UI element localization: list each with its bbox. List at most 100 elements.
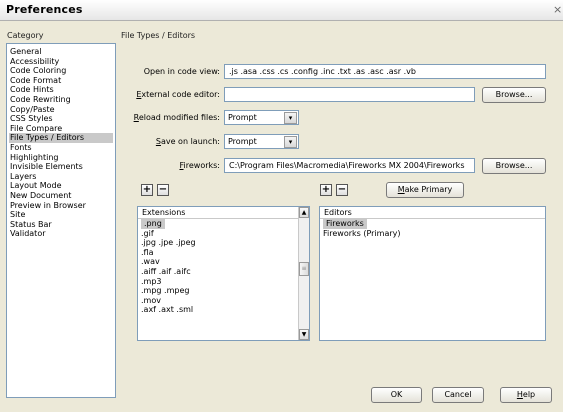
category-item[interactable]: Fonts bbox=[9, 143, 113, 153]
category-item[interactable]: Layout Mode bbox=[9, 181, 113, 191]
category-item[interactable]: File Compare bbox=[9, 124, 113, 134]
category-heading: Category bbox=[7, 31, 44, 40]
help-button[interactable]: Help bbox=[500, 387, 552, 403]
external-code-editor-label: External code editor: bbox=[136, 90, 220, 99]
category-item[interactable]: General bbox=[9, 47, 113, 57]
extension-item[interactable]: .png bbox=[138, 219, 309, 229]
category-item-label: Validator bbox=[10, 229, 46, 239]
category-item[interactable]: Code Hints bbox=[9, 85, 113, 95]
extension-item-label: .png bbox=[141, 219, 165, 229]
category-item[interactable]: Validator bbox=[9, 229, 113, 239]
extensions-list[interactable]: Extensions .png .gif .jpg .jpe .jpeg .fla .w… bbox=[137, 206, 310, 341]
reload-modified-files-value: Prompt bbox=[228, 113, 257, 122]
category-item-label: Site bbox=[10, 210, 26, 220]
extension-item-label: .gif bbox=[141, 228, 154, 238]
scroll-down-icon[interactable]: ▼ bbox=[299, 329, 309, 340]
extension-item-label: .mov bbox=[141, 295, 161, 305]
category-item[interactable]: Code Coloring bbox=[9, 66, 113, 76]
extension-item-label: .axf .axt .sml bbox=[141, 305, 194, 315]
reload-modified-files-label: Reload modified files: bbox=[133, 113, 220, 122]
category-item[interactable]: Code Format bbox=[9, 76, 113, 86]
editors-list[interactable]: Editors Fireworks Fireworks (Primary) bbox=[319, 206, 546, 341]
category-item[interactable]: Layers bbox=[9, 172, 113, 182]
category-item-label: File Compare bbox=[10, 123, 63, 133]
category-item-label: Layers bbox=[10, 171, 37, 181]
extension-item-label: .wav bbox=[141, 257, 160, 267]
category-item-label: Accessibility bbox=[10, 56, 60, 66]
make-primary-button[interactable]: Make Primary bbox=[386, 182, 464, 198]
category-item-label: New Document bbox=[10, 190, 72, 200]
extension-item-label: .jpg .jpe .jpeg bbox=[141, 238, 196, 248]
reload-modified-files-select[interactable]: Prompt ▾ bbox=[224, 110, 299, 125]
category-item-label: Copy/Paste bbox=[10, 104, 55, 114]
extension-item-label: .mpg .mpeg bbox=[141, 286, 190, 296]
cancel-button[interactable]: Cancel bbox=[432, 387, 484, 403]
scroll-thumb[interactable]: ≡ bbox=[299, 262, 309, 276]
open-in-code-view-field[interactable]: .js .asa .css .cs .config .inc .txt .as … bbox=[224, 64, 546, 79]
fireworks-browse-button[interactable]: Browse... bbox=[482, 158, 546, 174]
category-item-label: Preview in Browser bbox=[10, 200, 86, 210]
window-title: Preferences bbox=[6, 3, 83, 16]
category-item[interactable]: Copy/Paste bbox=[9, 105, 113, 115]
category-item[interactable]: Invisible Elements bbox=[9, 162, 113, 172]
save-on-launch-label: Save on launch: bbox=[155, 137, 220, 146]
external-editor-browse-button[interactable]: Browse... bbox=[482, 87, 546, 103]
editor-item[interactable]: Fireworks (Primary) bbox=[320, 229, 545, 239]
category-item-label: Code Coloring bbox=[10, 66, 67, 76]
fireworks-label: Fireworks: bbox=[179, 161, 220, 170]
extension-item[interactable]: .mp3 bbox=[138, 277, 309, 287]
extension-item[interactable]: .mov bbox=[138, 296, 309, 306]
extension-item[interactable]: .gif bbox=[138, 229, 309, 239]
title-bar bbox=[0, 0, 563, 21]
extensions-scrollbar[interactable]: ▲ ≡ ▼ bbox=[298, 207, 309, 340]
editor-item-label: Fireworks (Primary) bbox=[323, 228, 401, 238]
extension-item-label: .aiff .aif .aifc bbox=[141, 266, 191, 276]
open-in-code-view-label: Open in code view: bbox=[143, 67, 220, 76]
category-item-label: Invisible Elements bbox=[10, 162, 83, 172]
remove-extension-button[interactable]: − bbox=[157, 184, 169, 196]
category-item-label: CSS Styles bbox=[10, 114, 53, 124]
category-item-label: Code Format bbox=[10, 75, 62, 85]
category-item-label: General bbox=[10, 47, 42, 56]
chevron-down-icon[interactable]: ▾ bbox=[284, 136, 297, 148]
editor-item-label: Fireworks bbox=[323, 219, 367, 229]
add-editor-button[interactable]: + bbox=[320, 184, 332, 196]
category-item[interactable]: Status Bar bbox=[9, 220, 113, 230]
extensions-header: Extensions bbox=[138, 207, 309, 219]
remove-editor-button[interactable]: − bbox=[336, 184, 348, 196]
save-on-launch-select[interactable]: Prompt ▾ bbox=[224, 134, 299, 149]
external-code-editor-field[interactable] bbox=[224, 87, 475, 102]
category-item[interactable]: New Document bbox=[9, 191, 113, 201]
category-item[interactable]: Preview in Browser bbox=[9, 201, 113, 211]
extension-item[interactable]: .axf .axt .sml bbox=[138, 305, 309, 315]
close-icon[interactable]: × bbox=[553, 3, 562, 16]
extension-item[interactable]: .mpg .mpeg bbox=[138, 286, 309, 296]
extension-item-label: .mp3 bbox=[141, 276, 162, 286]
category-item-label: Status Bar bbox=[10, 219, 52, 229]
extension-item-label: .fla bbox=[141, 247, 154, 257]
category-item-label: Code Rewriting bbox=[10, 94, 71, 104]
scroll-up-icon[interactable]: ▲ bbox=[299, 207, 309, 218]
category-item-label: Code Hints bbox=[10, 85, 54, 95]
category-item-label: File Types / Editors bbox=[10, 133, 85, 143]
category-item-label: Layout Mode bbox=[10, 181, 62, 191]
panel-heading: File Types / Editors bbox=[121, 31, 196, 40]
editors-header: Editors bbox=[320, 207, 545, 219]
category-item[interactable]: Highlighting bbox=[9, 153, 113, 163]
category-item[interactable]: Code Rewriting bbox=[9, 95, 113, 105]
category-item[interactable]: File Types / Editors bbox=[9, 133, 113, 143]
extension-item[interactable]: .fla bbox=[138, 248, 309, 258]
fireworks-path-field[interactable]: C:\Program Files\Macromedia\Fireworks MX… bbox=[224, 158, 475, 173]
add-extension-button[interactable]: + bbox=[141, 184, 153, 196]
chevron-down-icon[interactable]: ▾ bbox=[284, 112, 297, 124]
category-item[interactable]: CSS Styles bbox=[9, 114, 113, 124]
extension-item[interactable]: .jpg .jpe .jpeg bbox=[138, 238, 309, 248]
category-item[interactable]: Accessibility bbox=[9, 57, 113, 67]
extension-item[interactable]: .wav bbox=[138, 257, 309, 267]
editor-item[interactable]: Fireworks bbox=[320, 219, 545, 229]
category-item-label: Fonts bbox=[10, 142, 32, 152]
extension-item[interactable]: .aiff .aif .aifc bbox=[138, 267, 309, 277]
category-item[interactable]: Site bbox=[9, 210, 113, 220]
category-list[interactable]: General Accessibility Code Coloring Code Fo… bbox=[6, 43, 116, 398]
ok-button[interactable]: OK bbox=[371, 387, 422, 403]
